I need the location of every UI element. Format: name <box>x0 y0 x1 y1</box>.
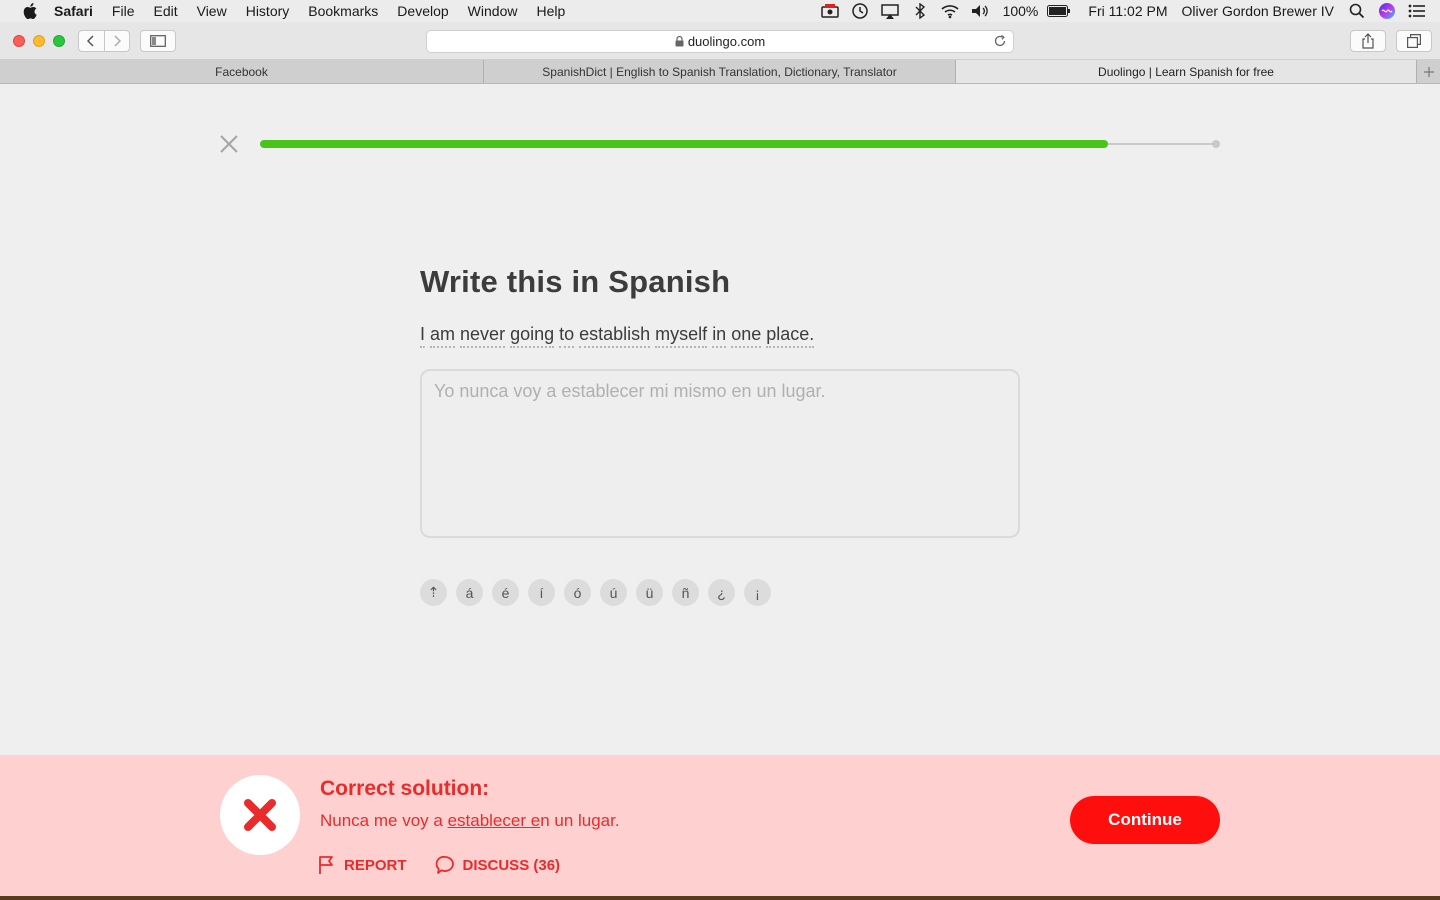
menu-help[interactable]: Help <box>536 3 565 19</box>
tab-facebook[interactable]: Facebook <box>0 60 484 83</box>
discuss-label: DISCUSS (36) <box>462 856 561 874</box>
wifi-icon[interactable] <box>939 0 961 22</box>
challenge-title: Write this in Spanish <box>420 264 731 299</box>
sentence-word[interactable]: one <box>731 324 762 348</box>
forward-button[interactable] <box>105 31 130 51</box>
menu-app-name[interactable]: Safari <box>54 3 93 19</box>
siri-icon[interactable] <box>1376 0 1398 22</box>
accent-u-umlaut-button[interactable]: ü <box>636 579 663 606</box>
feedback-actions: REPORT DISCUSS (36) <box>318 855 588 875</box>
sidebar-toggle-button[interactable] <box>140 30 176 52</box>
lesson-progress-fill <box>260 140 1108 148</box>
sentence-word[interactable]: to <box>559 324 575 348</box>
battery-icon[interactable] <box>1046 0 1072 22</box>
menu-develop[interactable]: Develop <box>397 3 448 19</box>
accent-a-button[interactable]: á <box>456 579 483 606</box>
lesson-page: Write this in Spanish I am never going t… <box>0 84 1440 755</box>
time-machine-icon[interactable] <box>849 0 871 22</box>
shift-accent-button[interactable]: ⇡ <box>420 579 447 606</box>
accent-keyboard: ⇡ á é í ó ú ü ñ ¿ ¡ <box>420 579 780 606</box>
sentence-word[interactable]: in <box>712 324 727 348</box>
speech-bubble-icon <box>435 855 454 874</box>
sentence-word[interactable]: never <box>460 324 506 348</box>
feedback-title: Correct solution: <box>320 777 490 800</box>
sidebar-icon <box>150 35 166 47</box>
flag-icon <box>319 856 333 874</box>
url-text: duolingo.com <box>687 34 766 49</box>
desktop-strip <box>0 896 1440 900</box>
progress-end-dot <box>1212 140 1220 148</box>
sentence-word[interactable]: am <box>430 324 456 348</box>
user-name[interactable]: Oliver Gordon Brewer IV <box>1182 3 1335 19</box>
sentence-word[interactable]: I <box>420 324 426 348</box>
address-bar[interactable]: duolingo.com <box>426 30 1014 53</box>
menu-edit[interactable]: Edit <box>153 3 177 19</box>
history-nav-buttons <box>78 30 130 52</box>
continue-button[interactable]: Continue <box>1070 796 1220 844</box>
tab-bar: Facebook SpanishDict | English to Spanis… <box>0 60 1440 84</box>
feedback-panel: Correct solution: Nunca me voy a estable… <box>0 755 1440 896</box>
chevron-right-icon <box>114 35 121 47</box>
close-window-button[interactable] <box>13 35 25 47</box>
sentence-word[interactable]: going <box>510 324 555 348</box>
fullscreen-window-button[interactable] <box>53 35 65 47</box>
discuss-button[interactable]: DISCUSS (36) <box>435 855 561 875</box>
notification-center-icon[interactable] <box>1406 0 1428 22</box>
screen-recorder-icon[interactable] <box>819 0 841 22</box>
sentence-word[interactable]: myself <box>655 324 708 348</box>
new-tab-button[interactable] <box>1417 60 1440 83</box>
reload-icon[interactable] <box>993 34 1007 51</box>
plus-icon <box>1423 66 1434 77</box>
tab-spanishdict[interactable]: SpanishDict | English to Spanish Transla… <box>484 60 956 83</box>
inverted-question-button[interactable]: ¿ <box>708 579 735 606</box>
solution-text-start: Nunca me voy a <box>320 811 448 830</box>
tabs-overview-icon <box>1407 34 1421 48</box>
solution-highlight: establecer e <box>447 811 541 830</box>
clock[interactable]: Fri 11:02 PM <box>1088 3 1167 19</box>
apple-menu-icon[interactable] <box>20 3 40 19</box>
status-area: 100% Fri 11:02 PM Oliver Gordon Brewer I… <box>811 0 1440 22</box>
menu-window[interactable]: Window <box>468 3 518 19</box>
accent-u-button[interactable]: ú <box>600 579 627 606</box>
incorrect-badge <box>220 775 300 855</box>
x-mark-icon <box>244 799 276 831</box>
correct-solution-text: Nunca me voy a establecer en un lugar. <box>320 811 620 831</box>
battery-percent: 100% <box>1002 3 1039 19</box>
tab-duolingo[interactable]: Duolingo | Learn Spanish for free <box>956 60 1417 83</box>
share-icon <box>1362 33 1374 49</box>
accent-i-button[interactable]: í <box>528 579 555 606</box>
spotlight-search-icon[interactable] <box>1346 0 1368 22</box>
answer-input[interactable]: Yo nunca voy a establecer mi mismo en un… <box>420 369 1020 538</box>
menu-view[interactable]: View <box>197 3 227 19</box>
menu-bar: Safari File Edit View History Bookmarks … <box>0 0 1440 22</box>
browser-toolbar: duolingo.com <box>0 22 1440 60</box>
close-icon <box>220 135 238 153</box>
minimize-window-button[interactable] <box>33 35 45 47</box>
accent-o-button[interactable]: ó <box>564 579 591 606</box>
airplay-icon[interactable] <box>879 0 901 22</box>
menu-file[interactable]: File <box>112 3 135 19</box>
report-label: REPORT <box>344 856 407 874</box>
source-sentence: I am never going to establish myself in … <box>420 324 819 348</box>
solution-text-end: n un lugar. <box>540 811 620 830</box>
accent-n-tilde-button[interactable]: ñ <box>672 579 699 606</box>
accent-e-button[interactable]: é <box>492 579 519 606</box>
sentence-word[interactable]: place. <box>766 324 815 348</box>
back-button[interactable] <box>79 31 105 51</box>
bluetooth-icon[interactable] <box>909 0 931 22</box>
volume-icon[interactable] <box>969 0 991 22</box>
lock-icon <box>675 36 684 47</box>
share-button[interactable] <box>1350 30 1386 52</box>
sentence-word[interactable]: establish <box>579 324 651 348</box>
lesson-progress-bar <box>260 140 1216 148</box>
chevron-left-icon <box>87 35 94 47</box>
menu-bookmarks[interactable]: Bookmarks <box>308 3 378 19</box>
quit-lesson-button[interactable] <box>218 133 240 155</box>
inverted-exclamation-button[interactable]: ¡ <box>744 579 771 606</box>
menu-history[interactable]: History <box>246 3 290 19</box>
report-button[interactable]: REPORT <box>318 855 407 875</box>
show-tabs-button[interactable] <box>1396 30 1432 52</box>
